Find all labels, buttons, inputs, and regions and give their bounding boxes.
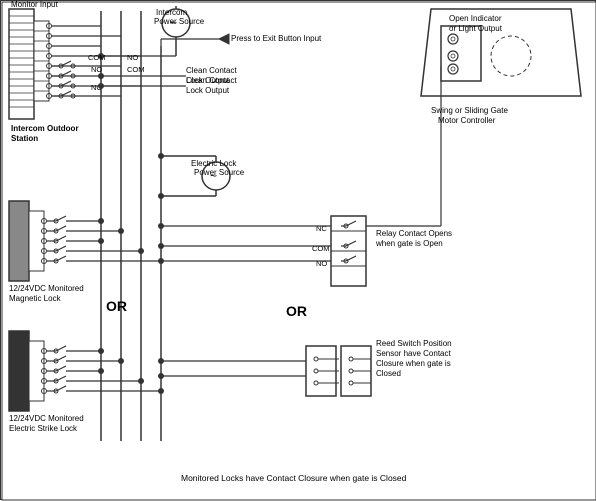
svg-text:Reed Switch Position: Reed Switch Position bbox=[376, 339, 452, 348]
svg-text:Power Source: Power Source bbox=[194, 168, 245, 177]
svg-text:COM: COM bbox=[88, 53, 106, 62]
svg-text:Open Indicator: Open Indicator bbox=[449, 14, 502, 23]
svg-text:Power Source: Power Source bbox=[154, 17, 205, 26]
svg-text:Intercom Outdoor: Intercom Outdoor bbox=[11, 124, 79, 133]
svg-text:Lock Output: Lock Output bbox=[186, 76, 230, 85]
svg-text:12/24VDC Monitored: 12/24VDC Monitored bbox=[9, 284, 84, 293]
svg-text:Closure when gate is: Closure when gate is bbox=[376, 359, 451, 368]
svg-text:Station: Station bbox=[11, 134, 38, 143]
svg-text:NO: NO bbox=[316, 259, 327, 268]
svg-text:Relay Contact Opens: Relay Contact Opens bbox=[376, 229, 452, 238]
svg-text:when gate is Open: when gate is Open bbox=[375, 239, 443, 248]
svg-text:OR: OR bbox=[286, 303, 307, 319]
svg-text:COM: COM bbox=[312, 244, 330, 253]
wiring-diagram: Monitor Input ~ Intercom Power Source Pr… bbox=[0, 0, 596, 500]
svg-text:Press to Exit Button Input: Press to Exit Button Input bbox=[231, 34, 322, 43]
svg-text:or Light Output: or Light Output bbox=[449, 24, 503, 33]
svg-text:NO: NO bbox=[127, 53, 138, 62]
svg-text:Motor Controller: Motor Controller bbox=[438, 116, 496, 125]
svg-text:Intercom: Intercom bbox=[156, 8, 187, 17]
svg-text:Closed: Closed bbox=[376, 369, 401, 378]
svg-text:NC: NC bbox=[316, 224, 327, 233]
svg-text:12/24VDC Monitored: 12/24VDC Monitored bbox=[9, 414, 84, 423]
svg-text:OR: OR bbox=[106, 298, 127, 314]
svg-text:Magnetic Lock: Magnetic Lock bbox=[9, 294, 62, 303]
svg-text:Electric Strike Lock: Electric Strike Lock bbox=[9, 424, 78, 433]
svg-text:Lock Output: Lock Output bbox=[186, 86, 230, 95]
svg-text:Monitor Input: Monitor Input bbox=[11, 1, 58, 9]
svg-text:Swing or Sliding Gate: Swing or Sliding Gate bbox=[431, 106, 508, 115]
svg-text:Monitored Locks have Contact C: Monitored Locks have Contact Closure whe… bbox=[181, 473, 407, 483]
svg-text:Sensor have Contact: Sensor have Contact bbox=[376, 349, 451, 358]
svg-text:Electric Lock: Electric Lock bbox=[191, 159, 237, 168]
svg-text:COM: COM bbox=[127, 65, 145, 74]
svg-text:NO: NO bbox=[91, 65, 102, 74]
svg-text:Clean Contact: Clean Contact bbox=[186, 66, 237, 75]
